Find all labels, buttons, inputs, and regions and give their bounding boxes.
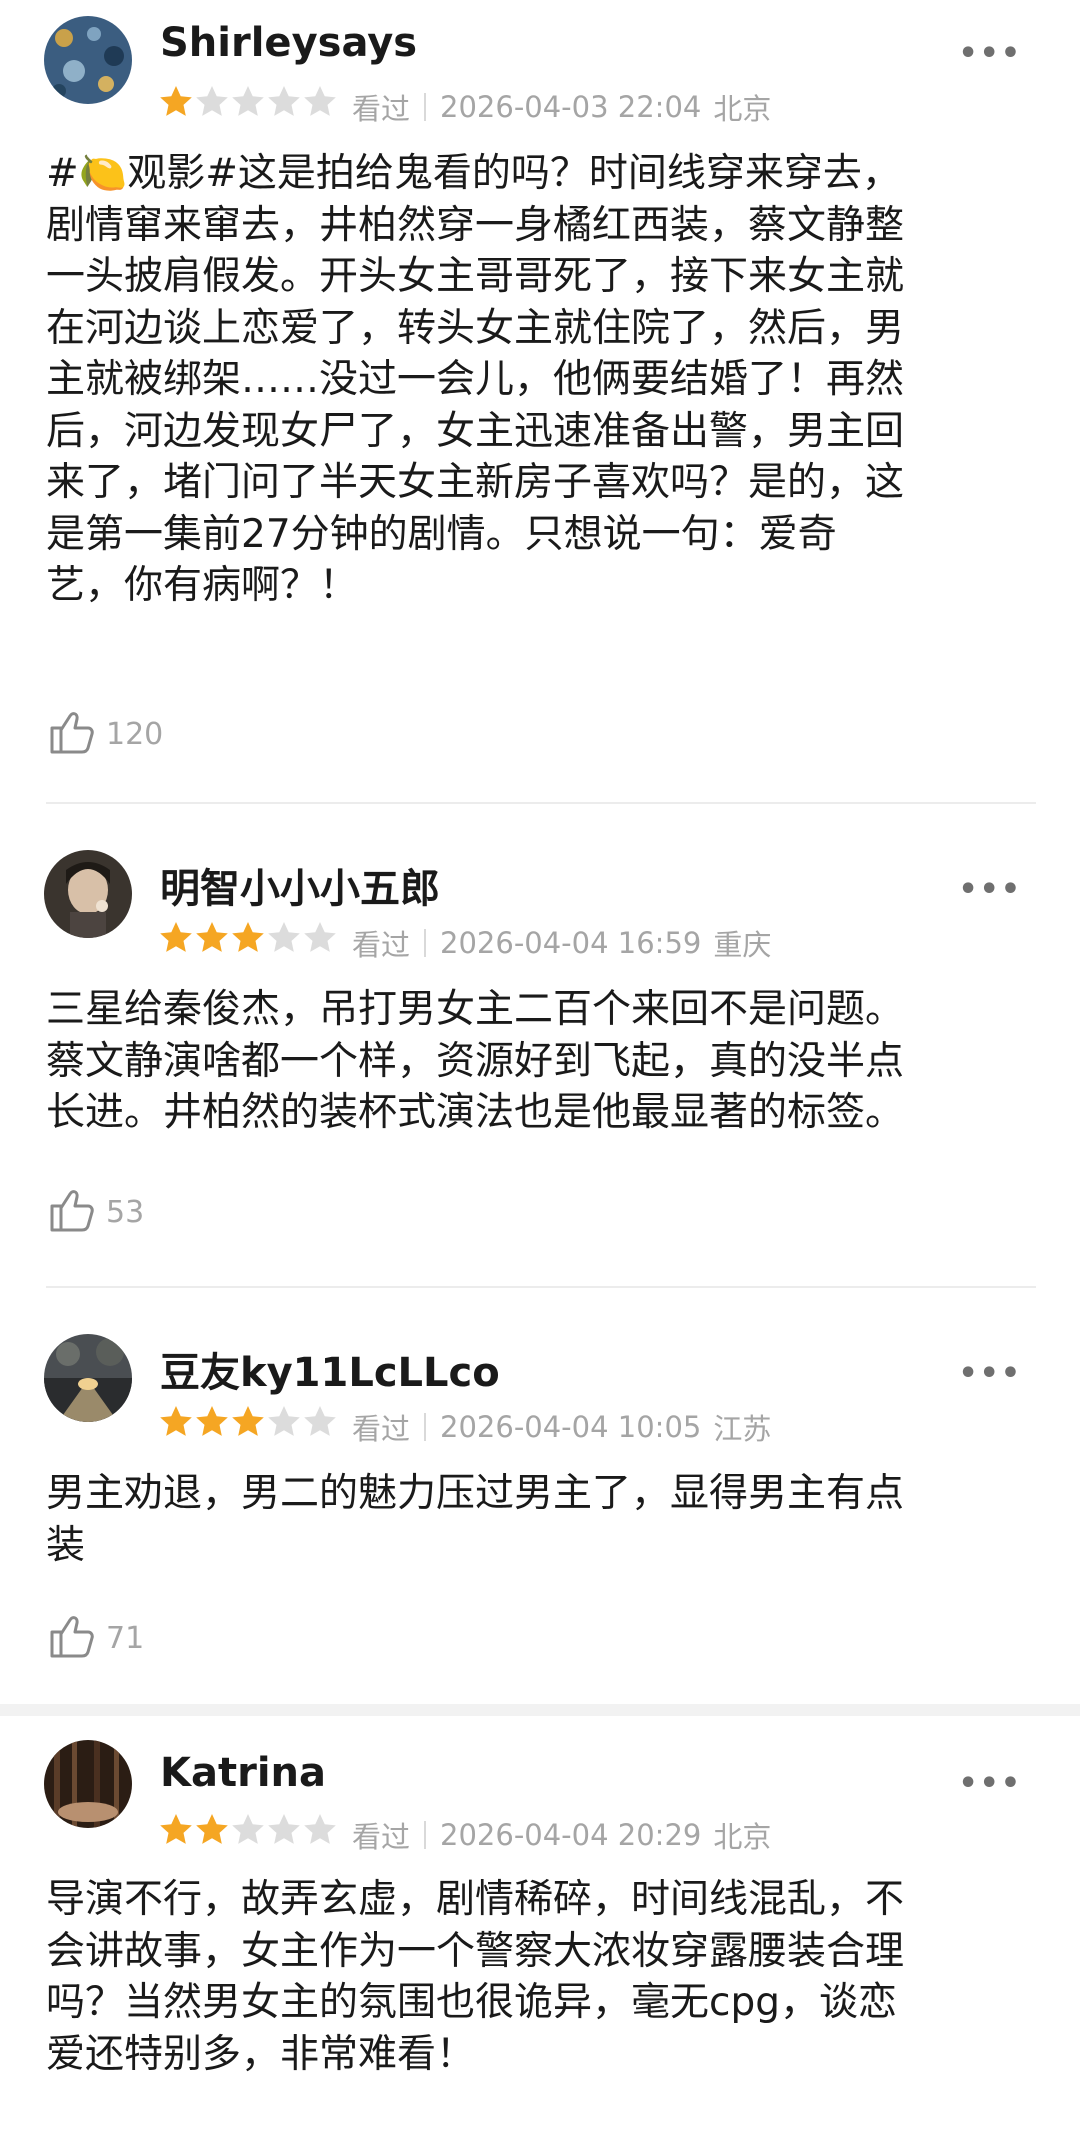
review-text: #🍋观影#这是拍给鬼看的吗？时间线穿来穿去， 剧情窜来窜去，井柏然穿一身橘红西装… [46, 148, 1036, 612]
reviews-page: Shirleysays ••• 看过 2026-04-03 22:04 北京 #… [0, 0, 1080, 2134]
username[interactable]: Shirleysays [160, 20, 417, 66]
review-line: 装 [46, 1522, 86, 1568]
review-line: 后，河边发现女尸了，女主迅速准备出警，男主回 [46, 408, 905, 454]
star-filled-icon [232, 922, 264, 952]
review-location: 北京 [713, 92, 772, 126]
rating-stars [158, 84, 338, 118]
review-line: 在河边谈上恋爱了，转头女主就住院了，然后，男 [46, 305, 905, 351]
watch-status: 看过 [352, 1412, 411, 1446]
username[interactable]: Katrina [160, 1750, 326, 1796]
review-line: 吗？当然男女主的氛围也很诡异，毫无cpg，谈恋 [46, 1980, 897, 2025]
meta-divider [424, 929, 427, 957]
star-filled-icon [232, 1406, 264, 1436]
more-options-icon[interactable]: ••• [958, 872, 1022, 907]
star-filled-icon [196, 1406, 228, 1436]
review-meta: 看过 2026-04-04 20:29 北京 [352, 1814, 771, 1856]
thumbs-up-icon [46, 706, 98, 762]
star-empty-icon [304, 1406, 336, 1436]
divider [46, 802, 1036, 804]
review-text: 导演不行，故弄玄虚，剧情稀碎，时间线混乱，不 会讲故事，女主作为一个警察大浓妆穿… [46, 1874, 1036, 2080]
review-location: 江苏 [713, 1412, 772, 1446]
review-datetime: 2026-04-04 16:59 [440, 926, 702, 960]
review-line: 三星给秦俊杰，吊打男女主二百个来回不是问题。 [46, 987, 905, 1032]
review-datetime: 2026-04-04 20:29 [440, 1818, 702, 1852]
avatar[interactable] [44, 16, 132, 104]
divider [46, 1286, 1036, 1288]
review-line: 主就被绑架……没过一会儿，他俩要结婚了！再然 [46, 357, 905, 402]
watch-status: 看过 [352, 1820, 411, 1854]
review-line: 导演不行，故弄玄虚，剧情稀碎，时间线混乱，不 [46, 1877, 905, 1922]
star-empty-icon [232, 1814, 264, 1844]
meta-divider [424, 93, 427, 121]
star-empty-icon [268, 86, 300, 116]
like-count: 71 [106, 1620, 145, 1656]
rating-stars [158, 1404, 338, 1438]
review-line: 会讲故事，女主作为一个警察大浓妆穿露腰装合理 [46, 1928, 905, 1974]
star-filled-icon [196, 1814, 228, 1844]
review-line: 来了，堵门问了半天女主新房子喜欢吗？是的，这 [46, 460, 905, 505]
meta-divider [424, 1821, 427, 1849]
star-filled-icon [160, 1406, 192, 1436]
review-card: 豆友ky11LcLLco ••• 看过 2026-04-04 10:05 江苏 … [0, 1290, 1080, 1704]
review-line: 长进。井柏然的装杯式演法也是他最显著的标签。 [46, 1090, 905, 1135]
star-filled-icon [160, 86, 192, 116]
star-empty-icon [304, 86, 336, 116]
review-line: 爱还特别多，非常难看！ [46, 2031, 476, 2077]
meta-divider [424, 1413, 427, 1441]
avatar[interactable] [44, 850, 132, 938]
review-meta: 看过 2026-04-04 16:59 重庆 [352, 922, 771, 964]
review-card: Shirleysays ••• 看过 2026-04-03 22:04 北京 #… [0, 0, 1080, 804]
star-empty-icon [304, 1814, 336, 1844]
review-meta: 看过 2026-04-04 10:05 江苏 [352, 1406, 771, 1448]
more-options-icon[interactable]: ••• [958, 36, 1022, 71]
review-meta: 看过 2026-04-03 22:04 北京 [352, 86, 771, 128]
review-datetime: 2026-04-03 22:04 [440, 90, 702, 124]
thumbs-up-icon [46, 1184, 98, 1240]
more-options-icon[interactable]: ••• [958, 1356, 1022, 1391]
rating-stars [158, 1812, 338, 1846]
review-text: 男主劝退，男二的魅力压过男主了，显得男主有点 装 [46, 1468, 1036, 1571]
username[interactable]: 豆友ky11LcLLco [160, 1340, 500, 1398]
star-empty-icon [232, 86, 264, 116]
like-button[interactable]: 120 [46, 706, 163, 762]
star-empty-icon [268, 1406, 300, 1436]
review-line: 剧情窜来窜去，井柏然穿一身橘红西装，蔡文静整 [46, 202, 905, 248]
star-empty-icon [196, 86, 228, 116]
review-text: 三星给秦俊杰，吊打男女主二百个来回不是问题。 蔡文静演啥都一个样，资源好到飞起，… [46, 984, 1036, 1139]
section-gap [0, 1704, 1080, 1716]
star-filled-icon [196, 922, 228, 952]
review-line: 一头披肩假发。开头女主哥哥死了，接下来女主就 [46, 254, 905, 299]
like-count: 120 [106, 716, 164, 752]
review-location: 北京 [713, 1820, 772, 1854]
star-empty-icon [304, 922, 336, 952]
more-options-icon[interactable]: ••• [958, 1766, 1022, 1801]
rating-stars [158, 920, 338, 954]
avatar[interactable] [44, 1740, 132, 1828]
thumbs-up-icon [46, 1610, 98, 1666]
review-datetime: 2026-04-04 10:05 [440, 1410, 702, 1444]
review-line: 男主劝退，男二的魅力压过男主了，显得男主有点 [46, 1471, 905, 1516]
review-line: 艺，你有病啊？！ [46, 563, 359, 608]
like-button[interactable]: 53 [46, 1184, 144, 1240]
star-filled-icon [160, 1814, 192, 1844]
review-location: 重庆 [713, 928, 772, 962]
review-line: #🍋观影#这是拍给鬼看的吗？时间线穿来穿去， [46, 151, 901, 196]
like-button[interactable]: 71 [46, 1610, 144, 1666]
star-empty-icon [268, 1814, 300, 1844]
review-card: 明智小小小五郎 ••• 看过 2026-04-04 16:59 重庆 三星给秦俊… [0, 806, 1080, 1288]
star-empty-icon [268, 922, 300, 952]
username[interactable]: 明智小小小五郎 [160, 856, 440, 914]
like-count: 53 [106, 1194, 145, 1230]
review-line: 蔡文静演啥都一个样，资源好到飞起，真的没半点 [46, 1038, 905, 1084]
watch-status: 看过 [352, 928, 411, 962]
avatar[interactable] [44, 1334, 132, 1422]
review-line: 是第一集前27分钟的剧情。只想说一句：爱奇 [46, 511, 837, 557]
watch-status: 看过 [352, 92, 411, 126]
review-card: Katrina ••• 看过 2026-04-04 20:29 北京 导演不行，… [0, 1716, 1080, 2134]
star-filled-icon [160, 922, 192, 952]
